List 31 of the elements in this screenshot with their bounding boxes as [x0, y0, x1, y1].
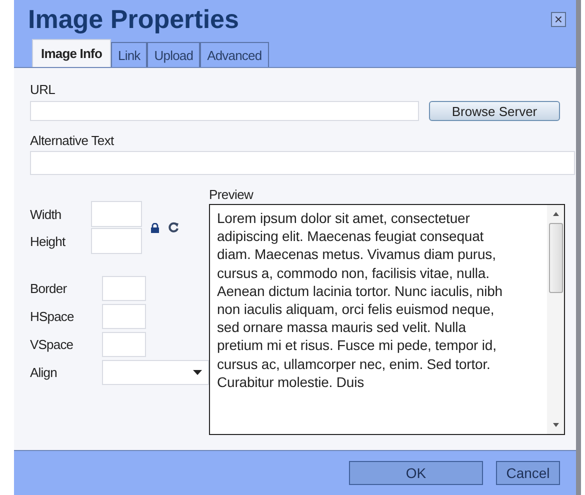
tab[interactable]: Advanced: [200, 42, 269, 67]
align-dropdown[interactable]: [102, 360, 209, 385]
field-label: HSpace: [30, 309, 75, 324]
browse-server-button[interactable]: Browse Server: [429, 101, 560, 121]
window-title: Image Properties: [28, 4, 239, 34]
number-field[interactable]: [91, 228, 142, 254]
cancel-button[interactable]: Cancel: [496, 461, 560, 485]
number-field[interactable]: [102, 332, 146, 357]
field-label: Width: [30, 206, 62, 222]
tab[interactable]: Link: [111, 42, 148, 67]
tab[interactable]: Image Info: [32, 39, 112, 67]
field-label: Alternative Text: [30, 133, 115, 148]
scrollbar[interactable]: [547, 205, 564, 434]
number-field[interactable]: [91, 201, 142, 227]
field-label: Align: [30, 365, 58, 380]
refresh-icon[interactable]: [168, 222, 179, 233]
ok-button[interactable]: OK: [349, 461, 483, 485]
number-field[interactable]: [102, 304, 146, 329]
number-field[interactable]: [102, 276, 146, 301]
field-label: Preview: [209, 187, 254, 202]
field-label: VSpace: [30, 337, 74, 352]
lock-icon[interactable]: [151, 222, 159, 232]
caret-icon: [193, 370, 202, 375]
preview-text: Lorem ipsum dolor sit amet, consectetuer adipiscing elit. Maecenas feugiat consequat diam. Maecenas metus. Vivamus diam purus, cursus a, commodo non, facilisis vitae, nulla. Aenean dictum lacinia tortor. Nunc iaculis, nibh non iaculis aliquam, orci felis euismod neque, sed ornare massa mauris sed velit. Nulla pretium mi et risus. Fusce mi pede, tempor id, cursus ac, ullamcorper nec, enim. Sed tortor. Curabitur molestie. Duis: [216, 209, 504, 392]
close-button[interactable]: ×: [551, 12, 566, 26]
alternative-text-field[interactable]: [30, 151, 575, 175]
tab[interactable]: Upload: [147, 42, 200, 67]
field-label: Height: [30, 234, 66, 248]
field-label: URL: [30, 82, 56, 97]
field-label: Border: [30, 281, 68, 296]
url-field[interactable]: [30, 101, 419, 121]
